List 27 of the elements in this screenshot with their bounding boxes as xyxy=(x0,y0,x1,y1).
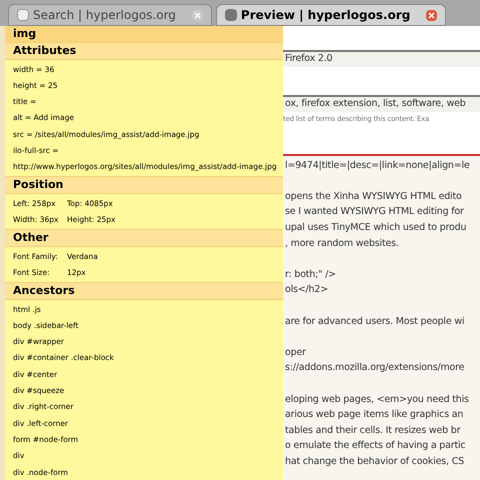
section-heading: Attributes xyxy=(5,42,283,60)
page-icon xyxy=(224,9,237,21)
body-text-line: l=9474|title=|desc=|link=none|align=le xyxy=(285,158,470,173)
body-text-line: upal uses TinyMCE which used to produ xyxy=(285,221,466,236)
element-title: img xyxy=(5,26,283,42)
body-text-line: s://addons.mozilla.org/extensions/more xyxy=(285,361,464,376)
close-icon[interactable] xyxy=(426,10,438,20)
section-heading: Ancestors xyxy=(5,282,283,300)
body-text-line: arious web page items like graphics an xyxy=(285,408,464,422)
section-heading: Other xyxy=(5,229,283,248)
page-icon xyxy=(17,9,29,21)
body-text-line: oper xyxy=(285,346,306,360)
tags-field[interactable]: ox, firefox extension, list, software, web xyxy=(283,95,480,112)
body-text-line: eloping web pages, <em>you need this xyxy=(285,392,469,407)
body-text-line: hat change the behavior of cookies, CS xyxy=(285,454,464,469)
browser-tab[interactable]: Preview | hyperlogos.org xyxy=(216,4,446,26)
browser-tab[interactable]: Search | hyperlogos.org xyxy=(8,4,212,26)
section-heading: Position xyxy=(5,176,283,194)
body-text-line: , more random websites. xyxy=(285,236,399,251)
body-text-line: se I wanted WYSIWYG HTML editing for xyxy=(285,205,464,220)
body-text-line: opens the Xinha WYSIWYG HTML edito xyxy=(285,190,462,204)
title-field[interactable]: Firefox 2.0 xyxy=(283,50,480,67)
body-text-line: o emulate the effects of having a partic xyxy=(285,439,466,454)
body-text-line: are for advanced users. Most people wi xyxy=(285,314,464,329)
body-text-line: tables and their cells. It resizes web br xyxy=(285,424,460,438)
body-text-line: r: both;" /> xyxy=(285,268,336,282)
body-text-line: ols</h2> xyxy=(285,283,328,298)
